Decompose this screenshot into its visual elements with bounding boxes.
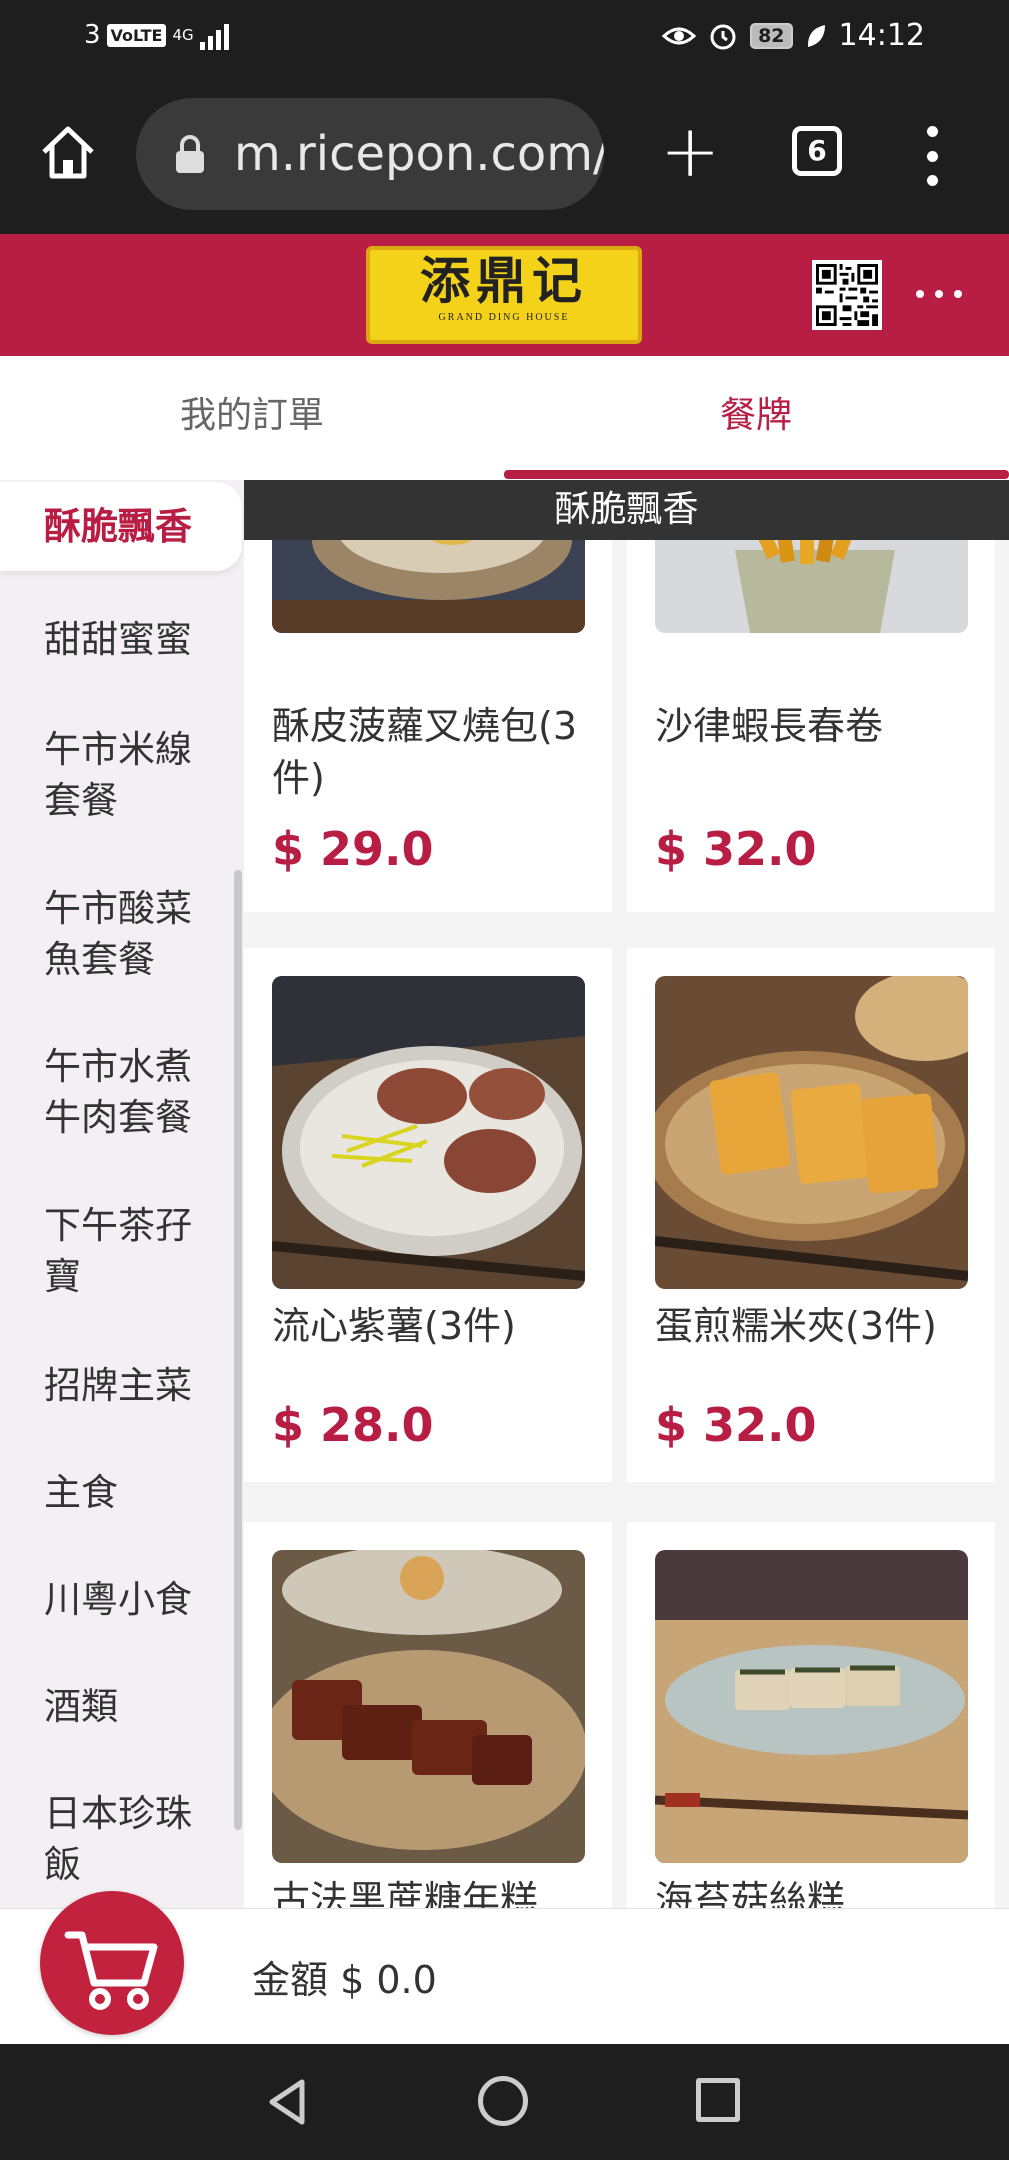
cart-icon	[64, 1931, 158, 2010]
food-name: 沙律蝦長春卷	[655, 704, 884, 748]
volte-badge: VoLTE	[106, 23, 167, 47]
battery-indicator: 82	[750, 22, 793, 49]
status-left: 3 VoLTE 4G	[84, 20, 229, 50]
food-price: $ 28.0	[272, 1398, 434, 1452]
category-item-signature[interactable]: 招牌主菜	[0, 1360, 244, 1411]
menu-item-card[interactable]: 流心紫薯(3件) $ 28.0	[244, 948, 612, 1482]
food-name: 流心紫薯(3件)	[272, 1304, 516, 1348]
category-sidebar: 酥脆飄香 甜甜蜜蜜 午市米線套餐 午市酸菜魚套餐 午市水煮牛肉套餐 下午茶孖寶 …	[0, 480, 244, 1908]
nav-home-icon[interactable]	[478, 2076, 528, 2126]
category-item-lunch-beef[interactable]: 午市水煮牛肉套餐	[0, 1041, 244, 1143]
tab-switcher-button[interactable]: 6	[792, 126, 842, 176]
alarm-icon	[710, 24, 736, 49]
signal-icon	[199, 20, 229, 50]
browser-menu-icon[interactable]	[914, 126, 950, 186]
cart-total: 金額 $ 0.0	[252, 1958, 437, 2002]
cart-bar: 金額 $ 0.0	[0, 1891, 1009, 2044]
home-icon[interactable]	[38, 122, 98, 182]
restaurant-logo[interactable]: 添鼎记 GRAND DING HOUSE	[366, 246, 642, 344]
food-name: 古法黑蔗糖年糕	[272, 1878, 539, 1908]
tab-my-orders[interactable]: 我的訂單	[0, 356, 504, 480]
url-bar[interactable]: m.ricepon.com/	[136, 98, 604, 210]
network-type: 4G	[172, 25, 194, 44]
qr-code-icon[interactable]	[812, 260, 882, 330]
category-item-drinks[interactable]: 酒類	[0, 1681, 244, 1732]
category-item-lunch-fish[interactable]: 午市酸菜魚套餐	[0, 883, 244, 985]
category-item-afternoon-tea[interactable]: 下午茶孖寶	[0, 1200, 244, 1302]
system-nav-bar	[0, 2044, 1009, 2160]
menu-item-card[interactable]: 酥皮菠蘿叉燒包(3件) $ 29.0	[244, 510, 612, 912]
url-text: m.ricepon.com/	[234, 126, 604, 182]
food-name: 酥皮菠蘿叉燒包(3件)	[272, 704, 578, 800]
browser-toolbar: m.ricepon.com/ + 6	[0, 76, 1009, 234]
more-options-icon[interactable]	[916, 284, 962, 304]
category-item-sweet[interactable]: 甜甜蜜蜜	[0, 614, 244, 665]
logo-subtitle: GRAND DING HOUSE	[438, 312, 570, 323]
sim-indicator: 3	[84, 20, 101, 50]
new-tab-button[interactable]: +	[660, 115, 720, 188]
lock-icon	[176, 135, 204, 173]
food-image	[272, 1550, 585, 1863]
food-name: 海苔菇絲糕	[655, 1878, 846, 1908]
menu-item-card[interactable]: 海苔菇絲糕	[627, 1522, 995, 1908]
section-title: 酥脆飄香	[244, 480, 1009, 540]
food-price: $ 32.0	[655, 1398, 817, 1452]
recent-apps-icon[interactable]	[696, 2078, 740, 2122]
food-image	[655, 1550, 968, 1863]
category-item-lunch-rice-noodle[interactable]: 午市米線套餐	[0, 724, 244, 826]
clock: 14:12	[838, 18, 925, 53]
status-right: 82 14:12	[662, 18, 925, 53]
menu-item-card[interactable]: 蛋煎糯米夾(3件) $ 32.0	[627, 948, 995, 1482]
tab-menu[interactable]: 餐牌	[504, 356, 1008, 480]
sidebar-scrollbar[interactable]	[234, 870, 242, 1830]
food-image	[272, 976, 585, 1289]
cart-button[interactable]	[40, 1891, 184, 2035]
logo-text: 添鼎记	[420, 251, 588, 310]
menu-item-card[interactable]: 沙律蝦長春卷 $ 32.0	[627, 510, 995, 912]
food-name: 蛋煎糯米夾(3件)	[655, 1304, 937, 1348]
category-item-snacks[interactable]: 川粵小食	[0, 1574, 244, 1625]
status-bar: 3 VoLTE 4G 82 14:12	[0, 0, 1009, 76]
tab-bar: 我的訂單 餐牌	[0, 356, 1009, 480]
app-header: 添鼎记 GRAND DING HOUSE	[0, 234, 1009, 356]
eye-comfort-icon	[662, 27, 697, 44]
menu-content: 酥脆飄香 酥皮菠蘿叉燒包(3件) $ 29.0 沙律蝦長春卷 $ 32.0 流心…	[244, 480, 1009, 1908]
food-image	[655, 976, 968, 1289]
food-price: $ 29.0	[272, 822, 434, 876]
category-item-staple[interactable]: 主食	[0, 1467, 244, 1518]
category-item-japanese-rice[interactable]: 日本珍珠飯	[0, 1788, 244, 1890]
category-item-crispy[interactable]: 酥脆飄香	[0, 482, 242, 571]
menu-item-card[interactable]: 古法黑蔗糖年糕	[244, 1522, 612, 1908]
back-icon[interactable]	[262, 2076, 314, 2128]
food-price: $ 32.0	[655, 822, 817, 876]
leaf-icon	[807, 24, 825, 47]
active-tab-indicator	[504, 470, 1009, 479]
